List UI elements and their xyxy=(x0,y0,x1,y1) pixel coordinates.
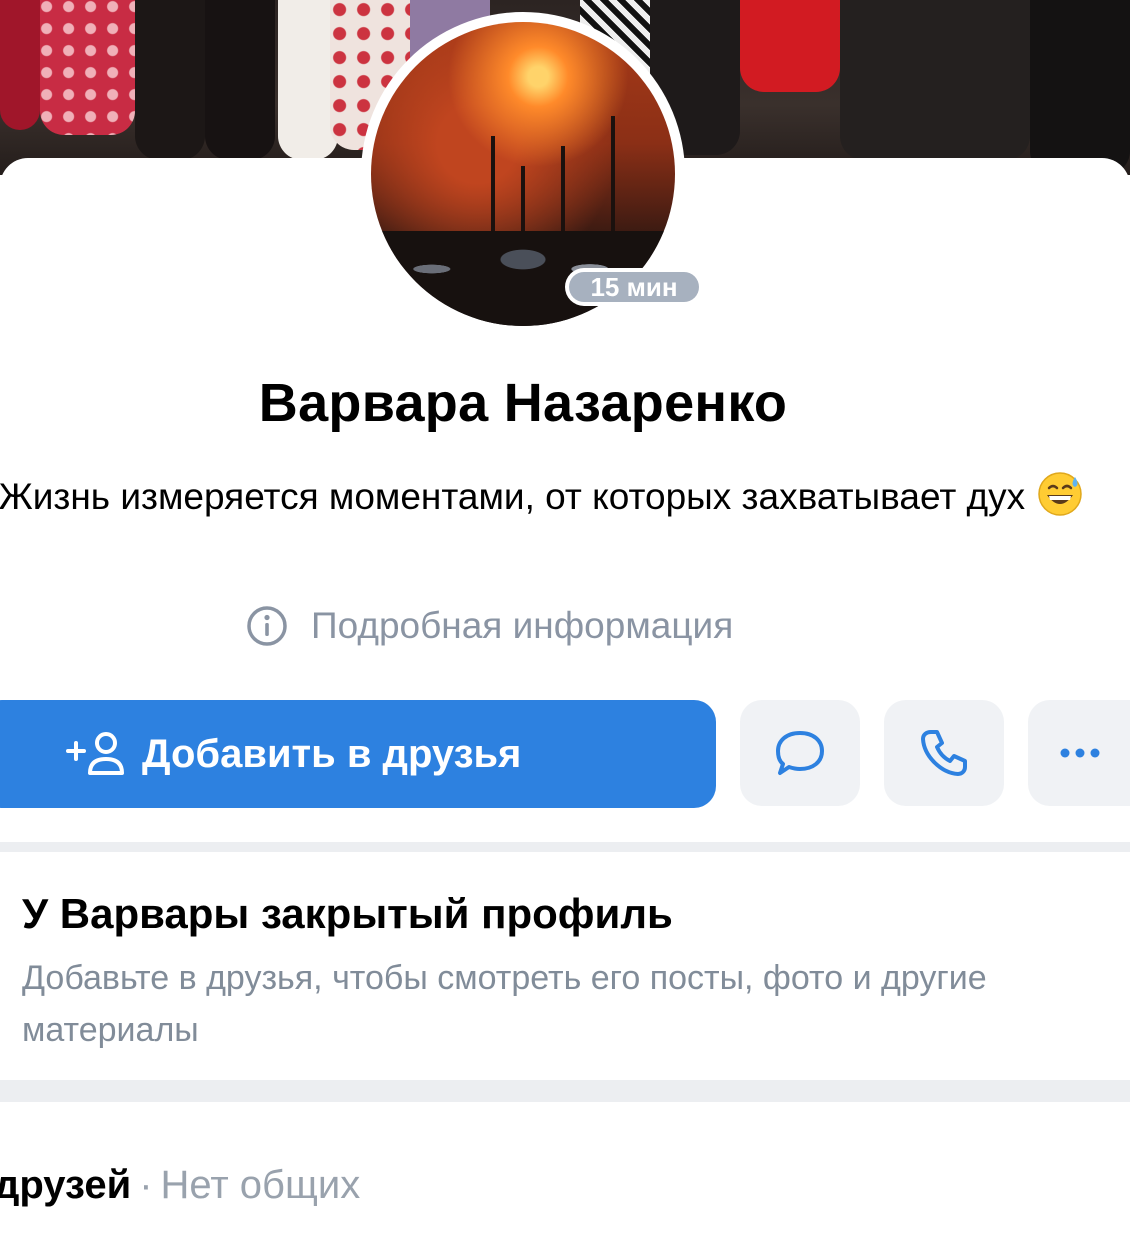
add-friend-button[interactable]: Добавить в друзья xyxy=(0,700,716,808)
profile-name: Варвара Назаренко xyxy=(258,373,788,433)
common-friends-text: Нет общих xyxy=(160,1163,361,1207)
closed-profile-text: Добавьте в друзья, чтобы смотреть его по… xyxy=(22,959,987,1049)
message-bubble-icon xyxy=(776,731,824,775)
friends-label: друзей xyxy=(0,1163,132,1207)
details-link[interactable]: Подробная информация xyxy=(245,602,733,650)
closed-profile-title: У Варвары закрытый профиль xyxy=(22,890,673,937)
more-button[interactable] xyxy=(1028,700,1130,806)
message-button[interactable] xyxy=(740,700,860,806)
profile-bio: Жизнь измеряется моментами, от которых з… xyxy=(0,470,1126,524)
section-divider xyxy=(0,1080,1130,1102)
more-dots-icon xyxy=(1060,748,1100,758)
phone-icon xyxy=(921,730,967,776)
friends-separator: · xyxy=(139,1163,153,1207)
add-user-icon xyxy=(66,732,124,775)
info-icon xyxy=(247,606,287,646)
friends-row[interactable]: друзей · Нет общих xyxy=(0,1163,360,1208)
profile-page: 15 мин Варвара Назаренко Жизнь измеряетс… xyxy=(0,0,1130,1259)
details-link-label: Подробная информация xyxy=(311,605,734,646)
add-friend-label: Добавить в друзья xyxy=(142,731,522,776)
status-badge: 15 мин xyxy=(565,268,703,306)
section-divider xyxy=(0,842,1130,852)
status-badge-text: 15 мин xyxy=(569,272,699,302)
bio-text: Жизнь измеряется моментами, от которых з… xyxy=(0,476,1026,517)
call-button[interactable] xyxy=(884,700,1004,806)
grinning-sweat-emoji-icon xyxy=(1038,472,1083,516)
